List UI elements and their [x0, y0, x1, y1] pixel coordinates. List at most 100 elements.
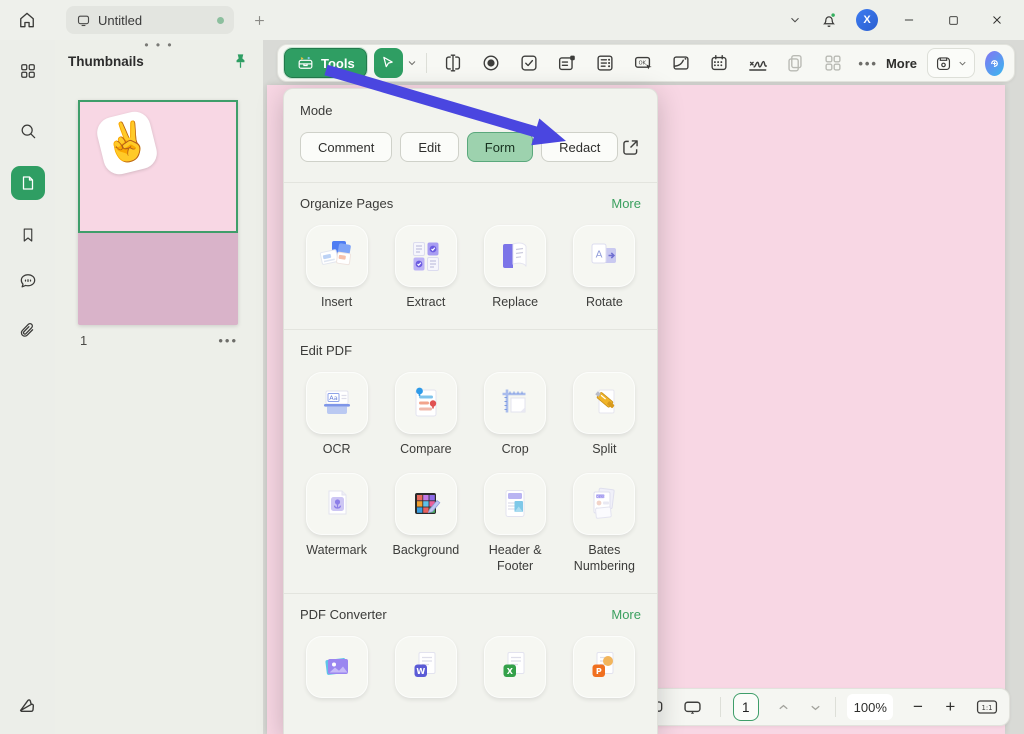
pdf-to-image-icon — [305, 635, 368, 698]
section-title: PDF Converter — [300, 606, 387, 622]
tab-title: Untitled — [98, 12, 143, 28]
maximize-button[interactable] — [940, 7, 966, 33]
zoom-out-button[interactable]: − — [910, 697, 925, 717]
sidebar-thumbnails-button[interactable] — [10, 166, 45, 200]
thumbnails-title: Thumbnails — [68, 54, 144, 69]
tool-insert[interactable]: Insert — [294, 225, 380, 311]
mode-form-button[interactable]: Form — [466, 132, 534, 162]
tool-header-footer[interactable]: Header & Footer — [472, 473, 558, 574]
mode-edit-button[interactable]: Edit — [400, 132, 459, 162]
section-title: Organize Pages — [300, 196, 394, 211]
close-button[interactable] — [984, 7, 1010, 33]
thumbnails-panel: • • • Thumbnails ✌ 1 ••• — [55, 39, 263, 734]
tool-pdf-to-ppt[interactable]: P — [561, 635, 647, 698]
tool-rotate[interactable]: A Rotate — [561, 225, 647, 311]
zoom-in-button[interactable]: + — [943, 697, 958, 717]
tool-pdf-to-image[interactable] — [294, 635, 380, 698]
sidebar-bookmark-button[interactable] — [11, 218, 45, 252]
fit-actual-size-button[interactable]: 1:1 — [975, 697, 999, 717]
replace-icon — [484, 225, 547, 287]
section-more-link[interactable]: More — [611, 607, 641, 622]
split-icon — [573, 371, 636, 434]
pin-icon[interactable] — [231, 52, 250, 71]
notifications-bell-icon[interactable] — [820, 11, 838, 29]
tool-extract[interactable]: Extract — [383, 225, 469, 311]
page-number-input[interactable]: 1 — [732, 693, 759, 721]
tools-button-label: Tools — [321, 55, 355, 71]
mode-comment-button[interactable]: Comment — [300, 132, 393, 162]
mode-redact-button[interactable]: Redact — [541, 132, 619, 162]
section-more-link[interactable]: More — [611, 196, 641, 211]
tool-pdf-to-excel[interactable]: X — [472, 635, 558, 698]
new-tab-button[interactable] — [248, 9, 270, 31]
push-button-tool-button[interactable]: OK — [626, 48, 660, 78]
tool-label: Split — [592, 441, 617, 456]
tool-ocr[interactable]: Aa OCR — [294, 371, 380, 458]
ai-assistant-button[interactable] — [985, 50, 1004, 76]
svg-text:Aa: Aa — [329, 394, 337, 402]
sidebar-grid-view-button[interactable] — [11, 54, 45, 88]
save-button-group[interactable] — [927, 48, 976, 78]
grid-view-icon — [18, 61, 38, 81]
list-box-tool-button[interactable] — [588, 48, 622, 78]
ellipsis-icon: ••• — [858, 55, 878, 71]
swatches-icon[interactable] — [16, 694, 38, 721]
tools-button[interactable]: Tools — [283, 47, 368, 79]
date-field-tool-button[interactable] — [702, 48, 736, 78]
tool-bates-numbering[interactable]: 00123 Bates Numbering — [561, 473, 647, 574]
insert-icon — [305, 225, 368, 287]
sidebar-attachment-button[interactable] — [11, 314, 45, 348]
thumb-more-icon[interactable]: ••• — [218, 333, 238, 348]
tool-watermark[interactable]: Watermark — [294, 473, 380, 574]
tool-pdf-to-word[interactable]: W — [383, 635, 469, 698]
tool-background[interactable]: Background — [383, 473, 469, 574]
panel-section: Edit PDF Aa OCR Compare Crop Split Watermark Ba… — [284, 330, 657, 594]
tool-split[interactable]: Split — [561, 371, 647, 458]
previous-page-chevron-icon[interactable] — [776, 700, 791, 715]
tool-replace[interactable]: Replace — [472, 225, 558, 311]
sidebar-search-button[interactable] — [11, 114, 45, 148]
document-tab[interactable]: Untitled — [66, 6, 234, 34]
svg-text:X: X — [507, 666, 514, 675]
thumb-page-number: 1 — [80, 333, 88, 348]
combo-box-icon — [556, 52, 578, 74]
tool-label: Replace — [492, 295, 539, 309]
pdf-to-word-icon: W — [394, 635, 457, 698]
zoom-level[interactable]: 100% — [847, 694, 894, 720]
more-tools-button[interactable]: ••• More — [858, 56, 917, 71]
toolbar-divider — [425, 53, 427, 73]
crop-icon — [484, 371, 547, 434]
next-page-chevron-icon[interactable] — [808, 700, 823, 715]
sidebar-comment-button[interactable] — [11, 264, 45, 298]
combo-box-tool-button[interactable] — [550, 48, 584, 78]
tool-crop[interactable]: Crop — [472, 371, 558, 458]
copy-icon — [784, 52, 806, 74]
open-in-new-window-icon[interactable] — [620, 137, 641, 158]
text-field-icon — [442, 52, 464, 74]
toolbox-icon — [296, 54, 315, 73]
chevron-down-icon[interactable] — [788, 13, 802, 27]
pdf-to-excel-icon: X — [484, 635, 547, 698]
user-avatar[interactable]: X — [856, 9, 878, 31]
save-icon — [934, 54, 953, 73]
checkbox-icon — [518, 52, 540, 74]
pointer-chevron-icon[interactable] — [406, 57, 418, 69]
image-field-tool-button[interactable] — [664, 48, 698, 78]
panel-section: Organize Pages More Insert Extract Replace A R… — [284, 183, 657, 330]
laser-pointer-icon[interactable] — [682, 697, 703, 718]
signature-field-tool-button[interactable] — [740, 48, 774, 78]
comment-icon — [18, 271, 38, 291]
thumbnails-icon — [19, 174, 37, 192]
tool-label: Insert — [320, 295, 353, 309]
select-tool-button[interactable] — [373, 48, 403, 78]
radio-button-tool-button[interactable] — [474, 48, 508, 78]
minimize-button[interactable] — [896, 7, 922, 33]
page-thumbnail[interactable]: ✌ — [78, 100, 238, 325]
text-field-tool-button[interactable] — [436, 48, 470, 78]
svg-text:OK: OK — [639, 60, 647, 66]
checkbox-tool-button[interactable] — [512, 48, 546, 78]
header-footer-icon — [484, 473, 547, 536]
panel-drag-handle[interactable]: • • • — [55, 39, 263, 51]
home-button[interactable] — [12, 5, 42, 35]
tool-compare[interactable]: Compare — [383, 371, 469, 458]
